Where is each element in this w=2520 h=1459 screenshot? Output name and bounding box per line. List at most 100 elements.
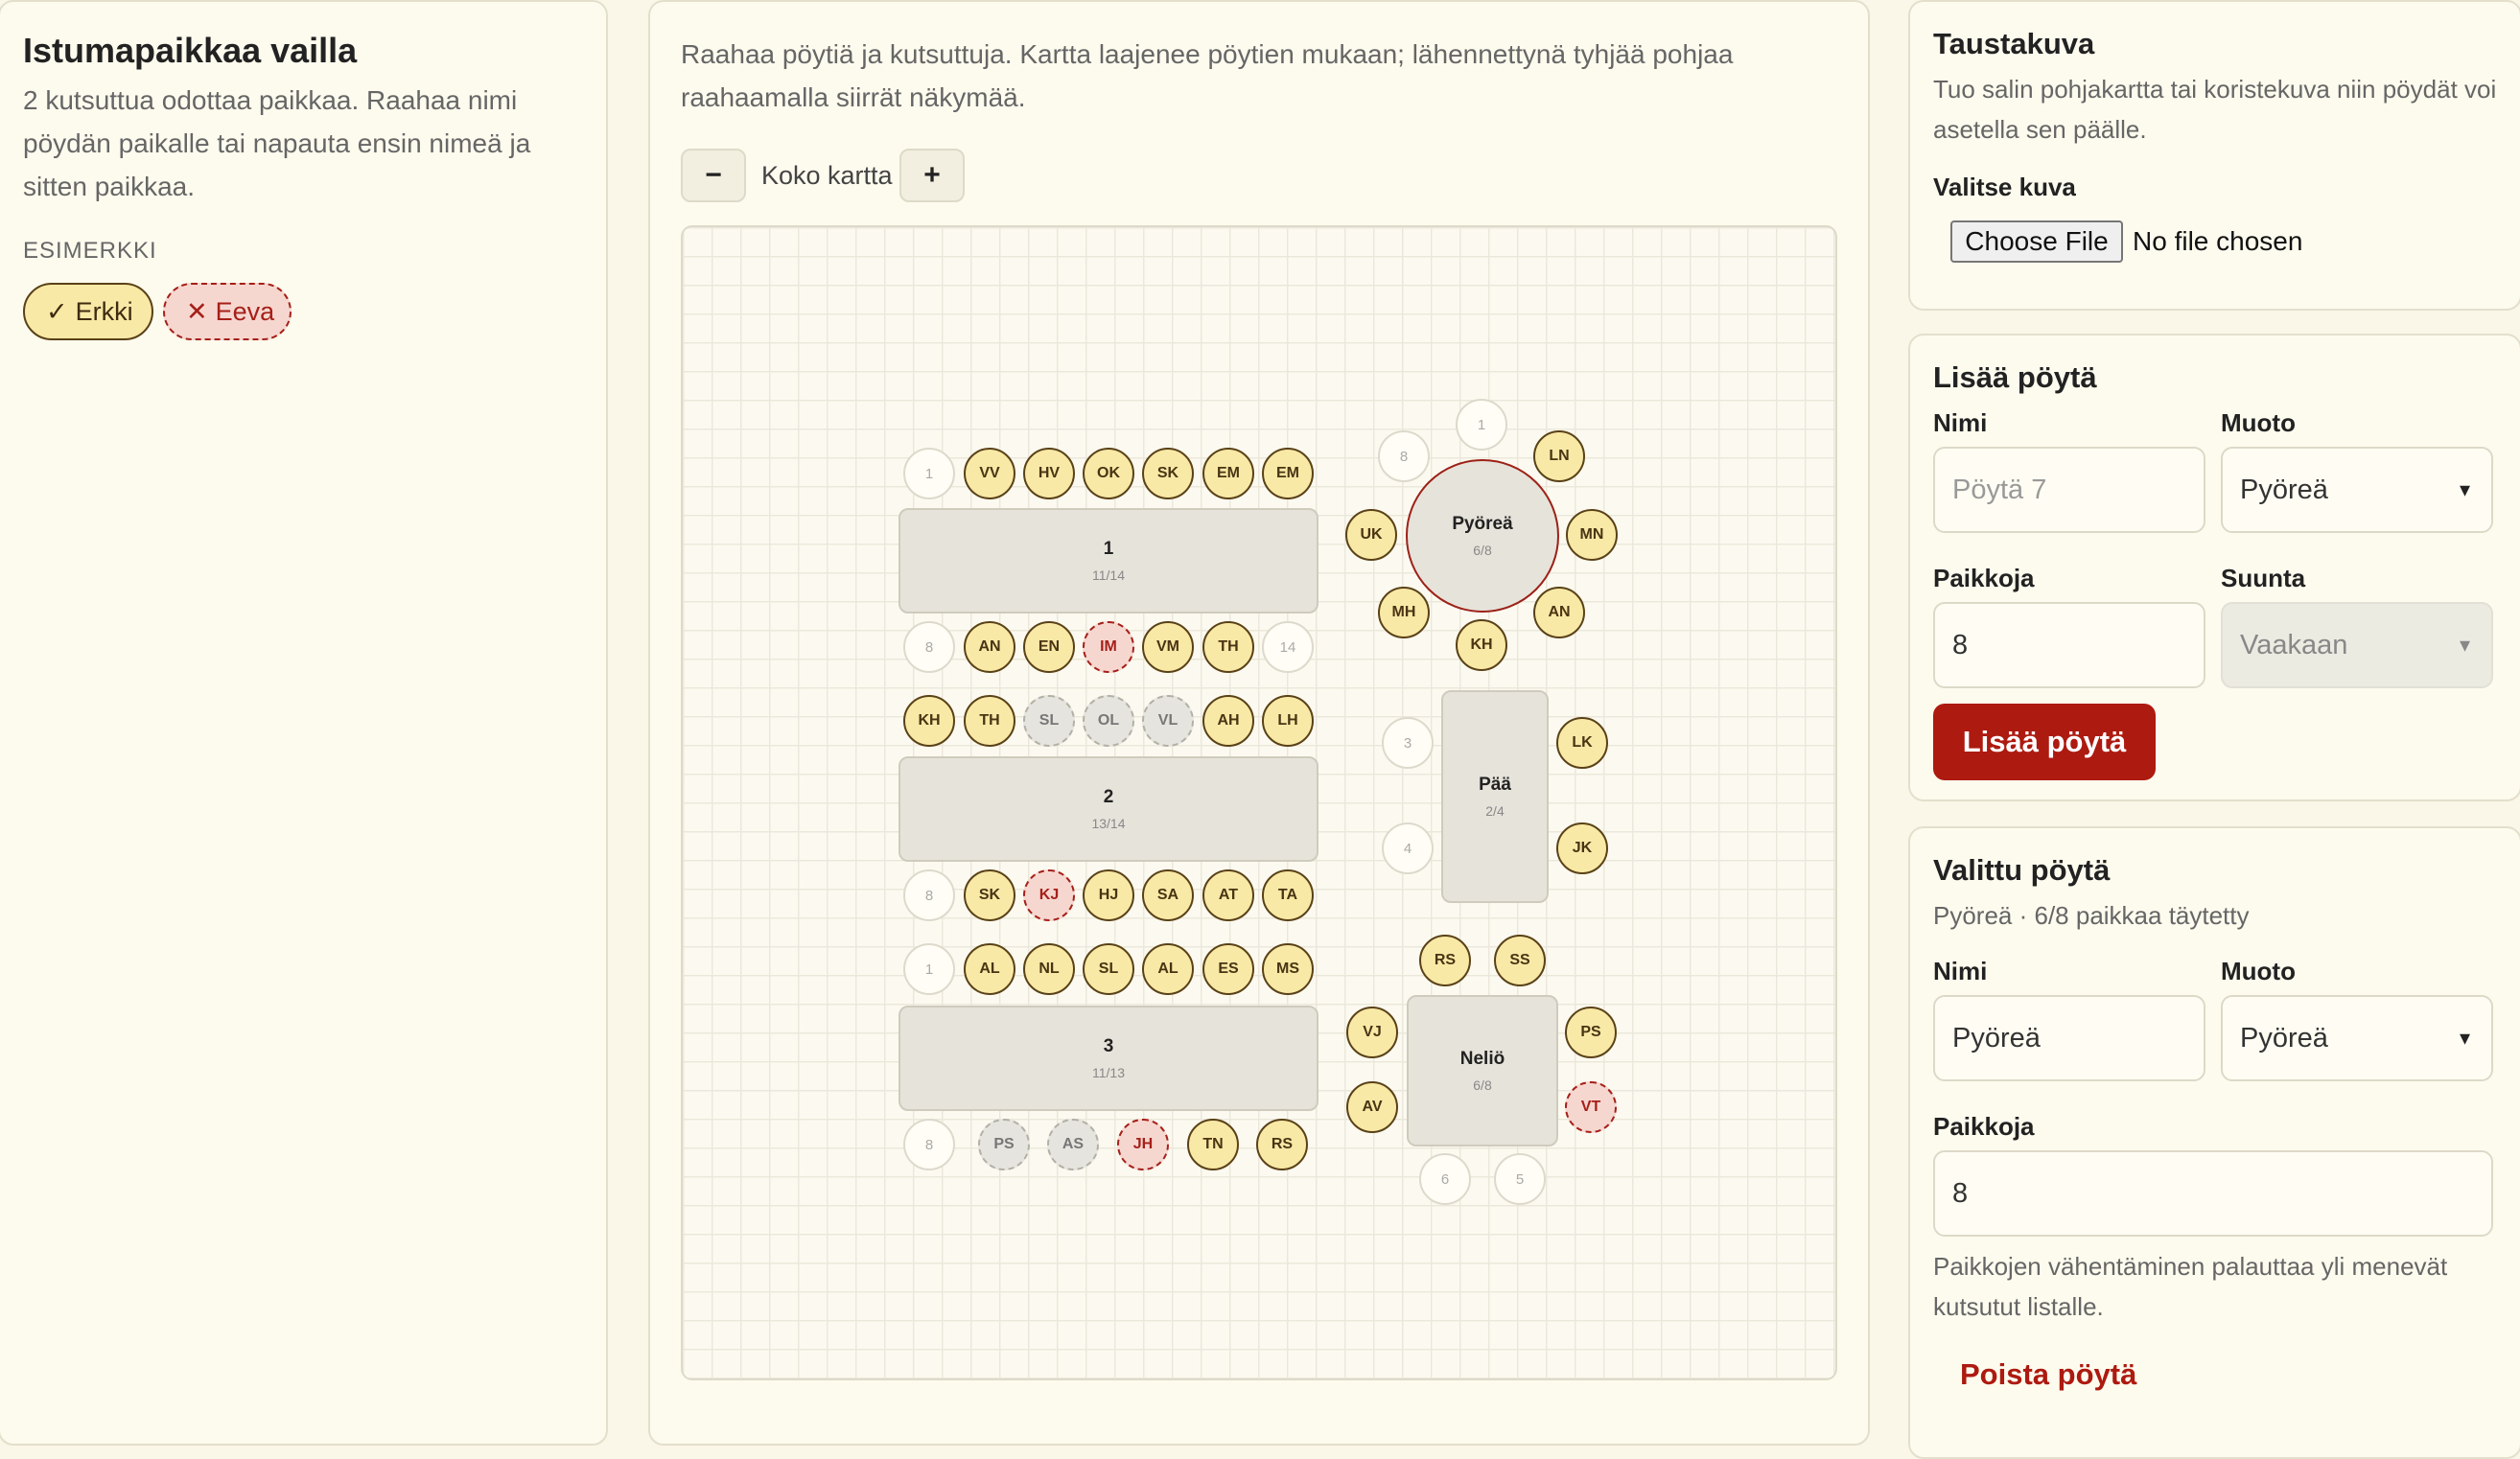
guest-chip-erkki[interactable]: ✓ Erkki (23, 283, 153, 340)
unseated-panel: Istumapaikkaa vailla 2 kutsuttua odottaa… (0, 0, 608, 1446)
seat[interactable]: TH (1202, 621, 1254, 673)
seat[interactable]: EM (1202, 448, 1254, 499)
seat[interactable]: AL (1142, 943, 1194, 995)
seat[interactable]: SL (1023, 695, 1075, 747)
seat[interactable]: AV (1346, 1081, 1398, 1133)
file-status: No file chosen (2133, 226, 2303, 256)
guest-chip-eeva[interactable]: ✕ Eeva (163, 283, 292, 340)
seat[interactable]: AS (1047, 1119, 1099, 1170)
table-name: Neliö (1459, 1049, 1505, 1069)
seat[interactable]: OK (1083, 448, 1134, 499)
seat[interactable]: LK (1556, 717, 1608, 769)
seat[interactable]: SK (1142, 448, 1194, 499)
seat[interactable]: AN (964, 621, 1015, 673)
table-count: 11/13 (1092, 1065, 1125, 1080)
seat-count-input[interactable]: 8 (1933, 602, 2205, 688)
selected-table-title: Valittu pöytä (1933, 853, 2111, 887)
seat[interactable]: OL (1083, 695, 1134, 747)
seat[interactable]: ES (1202, 943, 1254, 995)
seat[interactable]: KJ (1023, 869, 1075, 921)
seat[interactable]: AT (1202, 869, 1254, 921)
table-square[interactable]: Neliö 6/8 (1407, 995, 1558, 1146)
selected-table-panel: Valittu pöytä Pyöreä · 6/8 paikkaa täyte… (1908, 826, 2520, 1459)
seat[interactable]: VT (1565, 1081, 1617, 1133)
zoom-out-button[interactable]: − (681, 149, 746, 202)
seats-label: Paikkoja (1933, 1112, 2035, 1141)
seat[interactable]: EN (1023, 621, 1075, 673)
seat[interactable]: NL (1023, 943, 1075, 995)
seat[interactable]: EM (1262, 448, 1314, 499)
direction-select: Vaakaan ▾ (2221, 602, 2493, 688)
seat[interactable]: JK (1556, 822, 1608, 874)
delete-table-button[interactable]: Poista pöytä (1960, 1357, 2136, 1392)
seat[interactable]: 1 (903, 448, 955, 499)
seat[interactable]: AL (964, 943, 1015, 995)
seat[interactable]: VJ (1346, 1007, 1398, 1058)
selected-shape-select[interactable]: Pyöreä ▾ (2221, 995, 2493, 1081)
seat[interactable]: TH (964, 695, 1015, 747)
seat[interactable]: SS (1494, 935, 1546, 986)
table-name-input[interactable]: Pöytä 7 (1933, 447, 2205, 533)
seat[interactable]: SA (1142, 869, 1194, 921)
selected-name-input[interactable]: Pyöreä (1933, 995, 2205, 1081)
seat[interactable]: 3 (1382, 717, 1434, 769)
seat[interactable]: JH (1117, 1119, 1169, 1170)
seat[interactable]: RS (1419, 935, 1471, 986)
zoom-in-button[interactable]: + (899, 149, 965, 202)
background-description: Tuo salin pohjakartta tai koristekuva ni… (1933, 75, 2497, 144)
seat[interactable]: VV (964, 448, 1015, 499)
seat[interactable]: AN (1533, 587, 1585, 638)
seat[interactable]: MH (1378, 587, 1430, 638)
add-table-button[interactable]: Lisää pöytä (1933, 704, 2156, 780)
table-round[interactable]: Pyöreä 6/8 (1406, 459, 1559, 613)
seat[interactable]: UK (1345, 509, 1397, 561)
seat[interactable]: 8 (903, 869, 955, 921)
seat[interactable]: PS (978, 1119, 1030, 1170)
seat[interactable]: 5 (1494, 1153, 1546, 1205)
seat[interactable]: LN (1533, 430, 1585, 482)
seat[interactable]: 8 (1378, 430, 1430, 482)
seat[interactable]: 8 (903, 621, 955, 673)
file-chooser-button[interactable]: Choose File (1950, 220, 2123, 263)
seat[interactable]: KH (903, 695, 955, 747)
seat[interactable]: 4 (1382, 822, 1434, 874)
table-head[interactable]: Pää 2/4 (1441, 690, 1549, 903)
seat[interactable]: HV (1023, 448, 1075, 499)
table-name: 3 (1103, 1036, 1114, 1056)
selected-table-summary: Pyöreä · 6/8 paikkaa täytetty (1933, 901, 2250, 930)
seat[interactable]: 8 (903, 1119, 955, 1170)
seat[interactable]: AH (1202, 695, 1254, 747)
seat[interactable]: 6 (1419, 1153, 1471, 1205)
seat[interactable]: VL (1142, 695, 1194, 747)
seat[interactable]: 1 (903, 943, 955, 995)
unseated-description: 2 kutsuttua odottaa paikkaa. Raahaa nimi… (23, 85, 531, 201)
seats-reduction-note: Paikkojen vähentäminen palauttaa yli men… (1933, 1252, 2448, 1321)
example-label: ESIMERKKI (23, 238, 157, 264)
seat[interactable]: TA (1262, 869, 1314, 921)
selected-seat-count-input[interactable]: 8 (1933, 1150, 2493, 1237)
table-shape-select[interactable]: Pyöreä ▾ (2221, 447, 2493, 533)
table-name: 2 (1103, 787, 1114, 807)
seat[interactable]: LH (1262, 695, 1314, 747)
table-count: 6/8 (1473, 1077, 1492, 1093)
seat[interactable]: VM (1142, 621, 1194, 673)
seat[interactable]: RS (1256, 1119, 1308, 1170)
zoom-label: Koko kartta (761, 161, 893, 190)
seat[interactable]: 14 (1262, 621, 1314, 673)
seat[interactable]: 1 (1456, 399, 1507, 451)
table-name: 1 (1103, 539, 1114, 559)
table-count: 11/14 (1092, 567, 1125, 583)
seat[interactable]: MN (1566, 509, 1618, 561)
unseated-title: Istumapaikkaa vailla (23, 31, 358, 70)
seat[interactable]: TN (1187, 1119, 1239, 1170)
table-1[interactable]: 1 11/14 (898, 508, 1318, 614)
seat[interactable]: HJ (1083, 869, 1134, 921)
table-3[interactable]: 3 11/13 (898, 1006, 1318, 1111)
seat[interactable]: SK (964, 869, 1015, 921)
seat[interactable]: IM (1083, 621, 1134, 673)
seat[interactable]: SL (1083, 943, 1134, 995)
table-2[interactable]: 2 13/14 (898, 756, 1318, 862)
seat[interactable]: KH (1456, 619, 1507, 671)
seat[interactable]: MS (1262, 943, 1314, 995)
seat[interactable]: PS (1565, 1007, 1617, 1058)
